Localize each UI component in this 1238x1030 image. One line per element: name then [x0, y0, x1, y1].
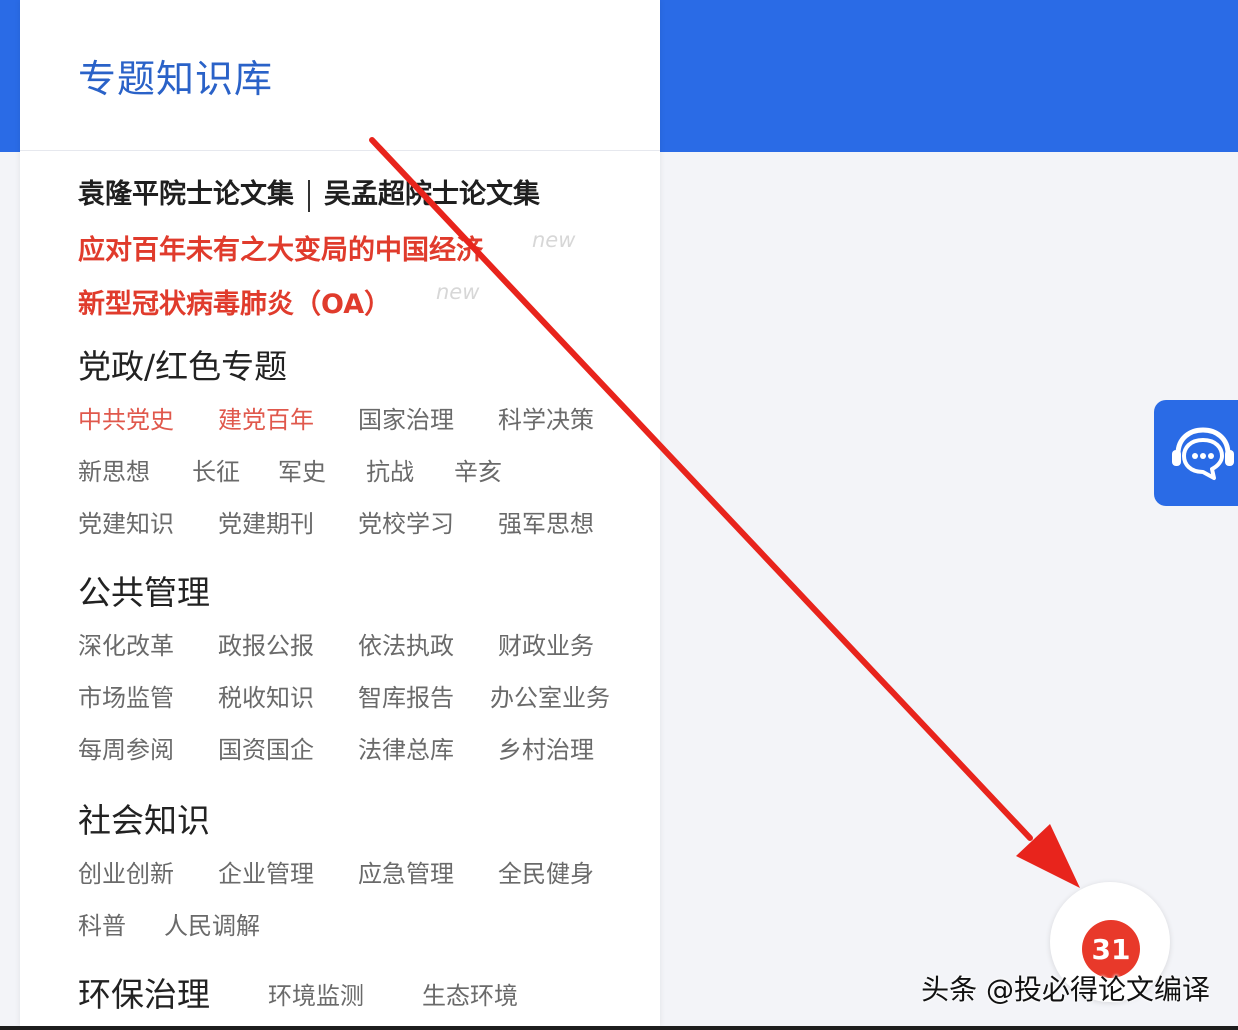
topic-link[interactable]: 智库报告 — [358, 678, 454, 713]
topic-covid19-link[interactable]: 新型冠状病毒肺炎（OA） — [78, 282, 391, 321]
topic-link[interactable]: 军史 — [278, 452, 326, 487]
topic-link[interactable]: 税收知识 — [218, 678, 314, 713]
topic-link[interactable]: 强军思想 — [498, 504, 594, 539]
wu-mengchao-collection-link[interactable]: 吴孟超院士论文集 — [324, 179, 540, 210]
topic-link[interactable]: 办公室业务 — [490, 678, 610, 713]
topic-link[interactable]: 全民健身 — [498, 854, 594, 889]
yuan-longping-collection-link[interactable]: 袁隆平院士论文集 — [78, 179, 294, 210]
academician-collections: 袁隆平院士论文集 吴孟超院士论文集 — [78, 172, 540, 212]
topic-link[interactable]: 中共党史 — [78, 400, 174, 435]
knowledge-panel: 专题知识库 袁隆平院士论文集 吴孟超院士论文集 应对百年未有之大变局的中国经济 n… — [20, 0, 660, 1026]
topic-link[interactable]: 市场监管 — [78, 678, 174, 713]
section-title-public-admin: 公共管理 — [78, 573, 210, 612]
topic-link[interactable]: 党建知识 — [78, 504, 174, 539]
topic-link[interactable]: 每周参阅 — [78, 730, 174, 765]
customer-service-button[interactable] — [1154, 400, 1238, 506]
topic-link[interactable]: 政报公报 — [218, 626, 314, 661]
topic-link[interactable]: 乡村治理 — [498, 730, 594, 765]
topic-link[interactable]: 生态环境 — [422, 976, 518, 1011]
section-title-environment: 环保治理 — [78, 975, 210, 1014]
topic-link[interactable]: 国家治理 — [358, 400, 454, 435]
new-tag: new — [532, 228, 576, 252]
topic-link[interactable]: 抗战 — [366, 452, 414, 487]
topic-link[interactable]: 国资国企 — [218, 730, 314, 765]
topic-link[interactable]: 创业创新 — [78, 854, 174, 889]
customer-service-chat-icon — [1172, 427, 1234, 480]
topic-link[interactable]: 企业管理 — [218, 854, 314, 889]
panel-title: 专题知识库 — [78, 57, 274, 101]
topic-link[interactable]: 法律总库 — [358, 730, 454, 765]
topic-link[interactable]: 科学决策 — [498, 400, 594, 435]
topic-link[interactable]: 辛亥 — [454, 452, 502, 487]
topic-link[interactable]: 长征 — [192, 452, 240, 487]
topic-great-changes-link[interactable]: 应对百年未有之大变局的中国经济 — [78, 228, 483, 267]
topic-link[interactable]: 党建期刊 — [218, 504, 314, 539]
new-tag: new — [436, 280, 480, 304]
watermark: 头条 @投必得论文编译 — [921, 973, 1210, 1006]
topic-link[interactable]: 新思想 — [78, 452, 150, 487]
topic-link[interactable]: 应急管理 — [358, 854, 454, 889]
topic-link[interactable]: 建党百年 — [218, 400, 314, 435]
topic-link[interactable]: 依法执政 — [358, 626, 454, 661]
topic-link[interactable]: 深化改革 — [78, 626, 174, 661]
panel-header: 专题知识库 — [20, 0, 660, 151]
section-title-party: 党政/红色专题 — [78, 347, 288, 386]
topic-link[interactable]: 科普 — [78, 906, 126, 941]
divider — [308, 179, 310, 212]
topic-link[interactable]: 财政业务 — [498, 626, 594, 661]
topic-link[interactable]: 党校学习 — [358, 504, 454, 539]
topic-link[interactable]: 环境监测 — [268, 976, 364, 1011]
topic-link[interactable]: 人民调解 — [164, 906, 260, 941]
bottom-strip — [0, 1026, 1238, 1030]
section-title-social: 社会知识 — [78, 801, 210, 840]
